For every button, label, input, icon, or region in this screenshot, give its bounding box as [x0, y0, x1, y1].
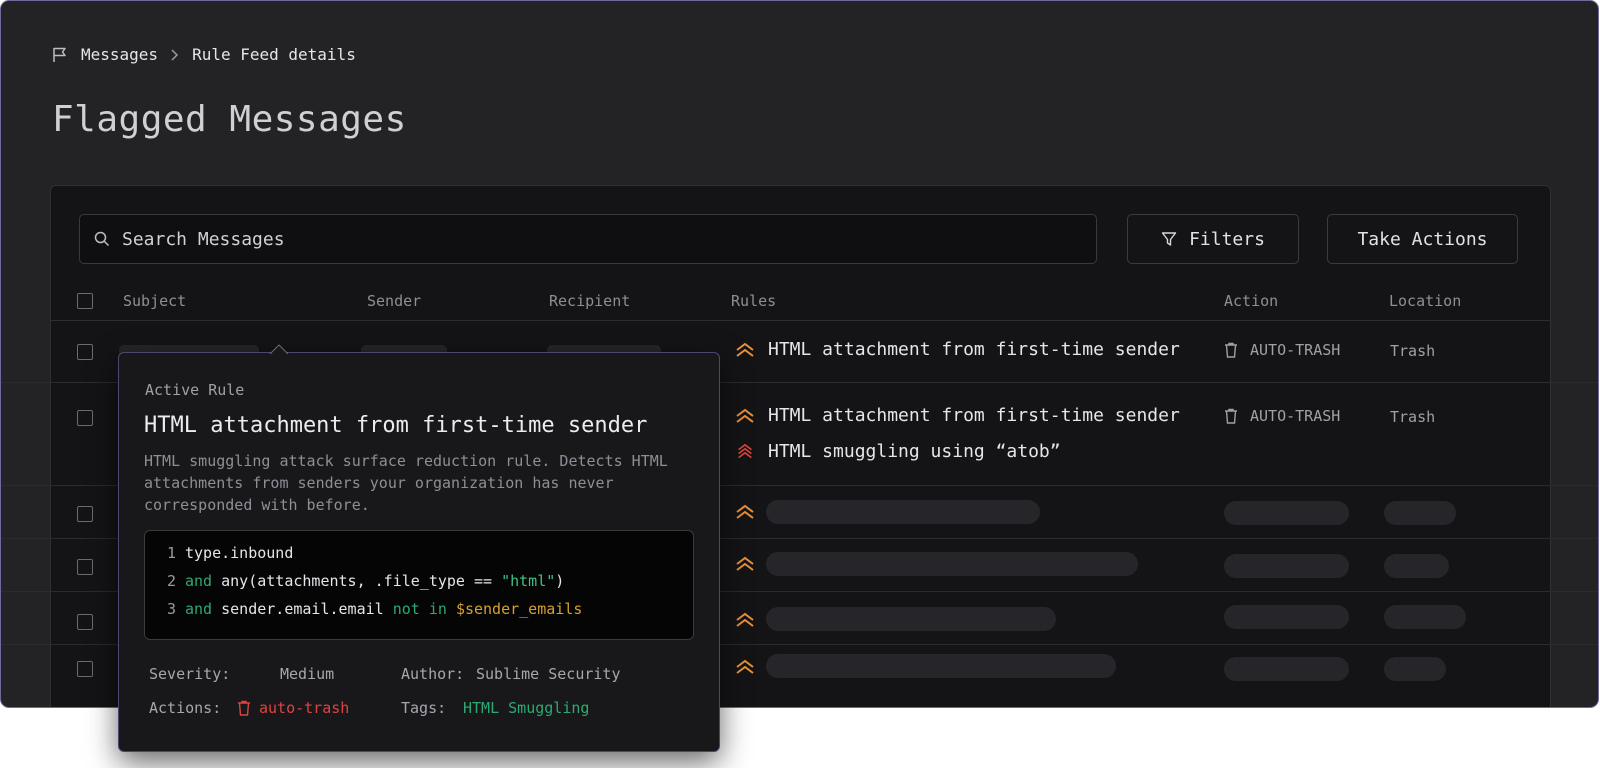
code-text: )	[555, 572, 565, 590]
select-all-checkbox[interactable]	[77, 293, 93, 309]
action-label: AUTO-TRASH	[1250, 341, 1341, 359]
action-auto-trash[interactable]: auto-trash	[237, 699, 349, 717]
code-text: any(attachments, .file_type ==	[212, 572, 502, 590]
severity-value: Medium	[280, 665, 335, 683]
rule-item[interactable]: HTML smuggling using “atob”	[734, 441, 1061, 462]
severity-label: Severity:	[149, 665, 231, 683]
line-number: 1	[167, 544, 177, 562]
code-line: 2 and any(attachments, .file_type == "htm…	[145, 572, 693, 600]
rule-name: HTML smuggling using “atob”	[768, 441, 1061, 462]
code-string: "html"	[501, 572, 556, 590]
loading-placeholder	[1384, 501, 1456, 525]
code-keyword: not in	[392, 600, 447, 618]
code-variable: $sender_emails	[455, 600, 583, 618]
header-rules[interactable]: Rules	[731, 292, 776, 310]
row-checkbox[interactable]	[77, 559, 93, 575]
search-placeholder: Search Messages	[122, 228, 285, 250]
trash-icon	[238, 700, 250, 716]
tags-label: Tags:	[401, 699, 447, 717]
code-line: 3 and sender.email.email not in $sender_e…	[145, 600, 693, 628]
trash-icon	[1225, 408, 1237, 424]
loading-placeholder	[1224, 657, 1349, 681]
filters-button-label: Filters	[1189, 228, 1265, 250]
double-chevron-up-icon	[736, 659, 754, 674]
search-input[interactable]: Search Messages	[79, 214, 1097, 264]
row-checkbox[interactable]	[77, 661, 93, 677]
double-chevron-up-icon	[736, 408, 754, 423]
popover-caret-icon	[269, 344, 289, 354]
rule-item[interactable]: HTML attachment from first-time sender	[734, 405, 1180, 426]
double-chevron-up-icon	[736, 342, 754, 357]
header-sender[interactable]: Sender	[367, 292, 421, 310]
action-label: AUTO-TRASH	[1250, 407, 1341, 425]
header-location[interactable]: Location	[1389, 292, 1461, 310]
filters-button[interactable]: Filters	[1127, 214, 1299, 264]
trash-icon	[1225, 342, 1237, 358]
loading-placeholder	[766, 500, 1040, 524]
page-title: Flagged Messages	[52, 99, 407, 140]
loading-placeholder	[1384, 554, 1449, 578]
popover-description: HTML smuggling attack surface reduction …	[144, 452, 668, 514]
actions-label: Actions:	[149, 699, 222, 717]
code-keyword: and	[185, 600, 213, 618]
location-label: Trash	[1390, 408, 1436, 426]
row-checkbox[interactable]	[77, 344, 93, 360]
header-subject[interactable]: Subject	[123, 292, 186, 310]
header-action[interactable]: Action	[1224, 292, 1278, 310]
line-number: 3	[167, 600, 177, 618]
active-rule-popover: Active Rule HTML attachment from first-t…	[118, 344, 720, 752]
take-actions-button-label: Take Actions	[1357, 228, 1488, 250]
loading-placeholder	[766, 552, 1138, 576]
flag-icon	[53, 47, 66, 62]
search-icon	[94, 231, 110, 247]
row-checkbox[interactable]	[77, 410, 93, 426]
breadcrumb-current: Rule Feed details	[192, 45, 356, 64]
loading-placeholder	[766, 607, 1056, 631]
code-text: sender.email.email	[212, 600, 393, 618]
triple-chevron-up-icon	[738, 443, 752, 458]
loading-placeholder	[1224, 605, 1349, 629]
popover-label: Active Rule	[145, 381, 245, 399]
double-chevron-up-icon	[736, 504, 754, 519]
tag-html-smuggling[interactable]: HTML Smuggling	[463, 699, 589, 717]
author-label: Author:	[401, 665, 465, 683]
breadcrumb: Messages Rule Feed details	[51, 45, 356, 64]
header-recipient[interactable]: Recipient	[549, 292, 630, 310]
popover-title: HTML attachment from first-time sender	[144, 413, 648, 438]
loading-placeholder	[1384, 657, 1446, 681]
action-cell: AUTO-TRASH	[1224, 341, 1340, 359]
loading-placeholder	[1384, 605, 1466, 629]
breadcrumb-messages-link[interactable]: Messages	[81, 45, 158, 64]
loading-placeholder	[1224, 554, 1349, 578]
rule-item[interactable]: HTML attachment from first-time sender	[734, 339, 1180, 360]
filter-icon	[1161, 232, 1177, 246]
chevron-right-icon	[171, 48, 179, 61]
row-checkbox[interactable]	[77, 614, 93, 630]
loading-placeholder	[1224, 501, 1349, 525]
table-header: Subject Sender Recipient Rules Action Lo…	[51, 284, 1550, 321]
code-keyword: and	[185, 572, 213, 590]
location-label: Trash	[1390, 342, 1436, 360]
row-checkbox[interactable]	[77, 506, 93, 522]
double-chevron-up-icon	[736, 556, 754, 571]
action-cell: AUTO-TRASH	[1224, 407, 1340, 425]
loading-placeholder	[766, 654, 1116, 678]
code-text: type.inbound	[185, 544, 294, 562]
code-line: 1 type.inbound	[145, 544, 693, 572]
rule-name: HTML attachment from first-time sender	[768, 405, 1180, 426]
rule-name: HTML attachment from first-time sender	[768, 339, 1180, 360]
action-value: auto-trash	[259, 699, 350, 717]
author-value: Sublime Security	[476, 665, 621, 683]
take-actions-button[interactable]: Take Actions	[1327, 214, 1518, 264]
double-chevron-up-icon	[736, 612, 754, 627]
line-number: 2	[167, 572, 177, 590]
rule-code-block: 1 type.inbound 2 and any(attachments, .fil…	[144, 530, 694, 640]
